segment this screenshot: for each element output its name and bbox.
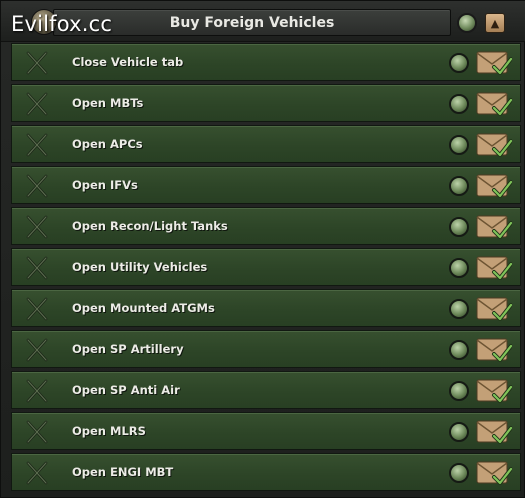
- decision-label: Open MBTs: [72, 96, 144, 110]
- watermark: Evilfox.cc: [11, 12, 113, 36]
- status-indicator-icon: [449, 340, 469, 360]
- decision-row[interactable]: Open IFVs: [11, 166, 521, 204]
- decision-row[interactable]: Open SP Artillery: [11, 330, 521, 368]
- crossed-rifles-icon: [24, 173, 50, 199]
- status-indicator-icon: [449, 258, 469, 278]
- decision-row[interactable]: Open Mounted ATGMs: [11, 289, 521, 327]
- confirm-envelope-icon[interactable]: [476, 91, 513, 118]
- crossed-rifles-icon: [24, 337, 50, 363]
- status-indicator-icon: [449, 53, 469, 73]
- confirm-envelope-icon[interactable]: [476, 337, 513, 364]
- decision-row[interactable]: Open MLRS: [11, 412, 521, 450]
- decision-row[interactable]: Open APCs: [11, 125, 521, 163]
- decision-row[interactable]: Open Utility Vehicles: [11, 248, 521, 286]
- status-indicator-icon: [449, 94, 469, 114]
- confirm-envelope-icon[interactable]: [476, 132, 513, 159]
- decisions-panel: Evilfox.cc Buy Foreign Vehicles ▲ Close …: [0, 0, 525, 498]
- panel-header: Evilfox.cc Buy Foreign Vehicles ▲: [1, 1, 525, 42]
- crossed-rifles-icon: [24, 378, 50, 404]
- status-indicator-icon: [449, 463, 469, 483]
- status-indicator-icon: [449, 381, 469, 401]
- decision-label: Close Vehicle tab: [72, 55, 184, 69]
- crossed-rifles-icon: [24, 296, 50, 322]
- panel-title: Buy Foreign Vehicles: [53, 9, 451, 36]
- confirm-envelope-icon[interactable]: [476, 50, 513, 77]
- collapse-button[interactable]: ▲: [485, 13, 505, 33]
- confirm-envelope-icon[interactable]: [476, 378, 513, 405]
- crossed-rifles-icon: [24, 419, 50, 445]
- decision-label: Open Utility Vehicles: [72, 260, 208, 274]
- crossed-rifles-icon: [24, 132, 50, 158]
- confirm-envelope-icon[interactable]: [476, 296, 513, 323]
- confirm-envelope-icon[interactable]: [476, 214, 513, 241]
- status-indicator-icon: [449, 299, 469, 319]
- crossed-rifles-icon: [24, 50, 50, 76]
- chevron-up-icon: ▲: [490, 16, 500, 30]
- decision-row[interactable]: Open ENGI MBT: [11, 453, 521, 491]
- crossed-rifles-icon: [24, 255, 50, 281]
- crossed-rifles-icon: [24, 91, 50, 117]
- crossed-rifles-icon: [24, 214, 50, 240]
- decision-row[interactable]: Open SP Anti Air: [11, 371, 521, 409]
- decision-row[interactable]: Close Vehicle tab: [11, 43, 521, 81]
- decision-label: Open APCs: [72, 137, 143, 151]
- status-indicator-icon: [449, 176, 469, 196]
- decision-row[interactable]: Open Recon/Light Tanks: [11, 207, 521, 245]
- status-indicator-icon: [449, 135, 469, 155]
- decision-label: Open SP Artillery: [72, 342, 184, 356]
- confirm-envelope-icon[interactable]: [476, 460, 513, 487]
- crossed-rifles-icon: [24, 460, 50, 486]
- decision-label: Open Recon/Light Tanks: [72, 219, 228, 233]
- decision-label: Open IFVs: [72, 178, 138, 192]
- decision-label: Open Mounted ATGMs: [72, 301, 215, 315]
- decision-label: Open MLRS: [72, 424, 146, 438]
- decision-row[interactable]: Open MBTs: [11, 84, 521, 122]
- confirm-envelope-icon[interactable]: [476, 173, 513, 200]
- status-indicator-icon: [449, 217, 469, 237]
- decision-list: Close Vehicle tab Open MBTs Open APCs Op…: [11, 43, 521, 494]
- confirm-envelope-icon[interactable]: [476, 255, 513, 282]
- status-indicator-icon: [449, 422, 469, 442]
- confirm-envelope-icon[interactable]: [476, 419, 513, 446]
- decision-label: Open SP Anti Air: [72, 383, 180, 397]
- decision-label: Open ENGI MBT: [72, 465, 174, 479]
- status-indicator-icon: [457, 13, 477, 33]
